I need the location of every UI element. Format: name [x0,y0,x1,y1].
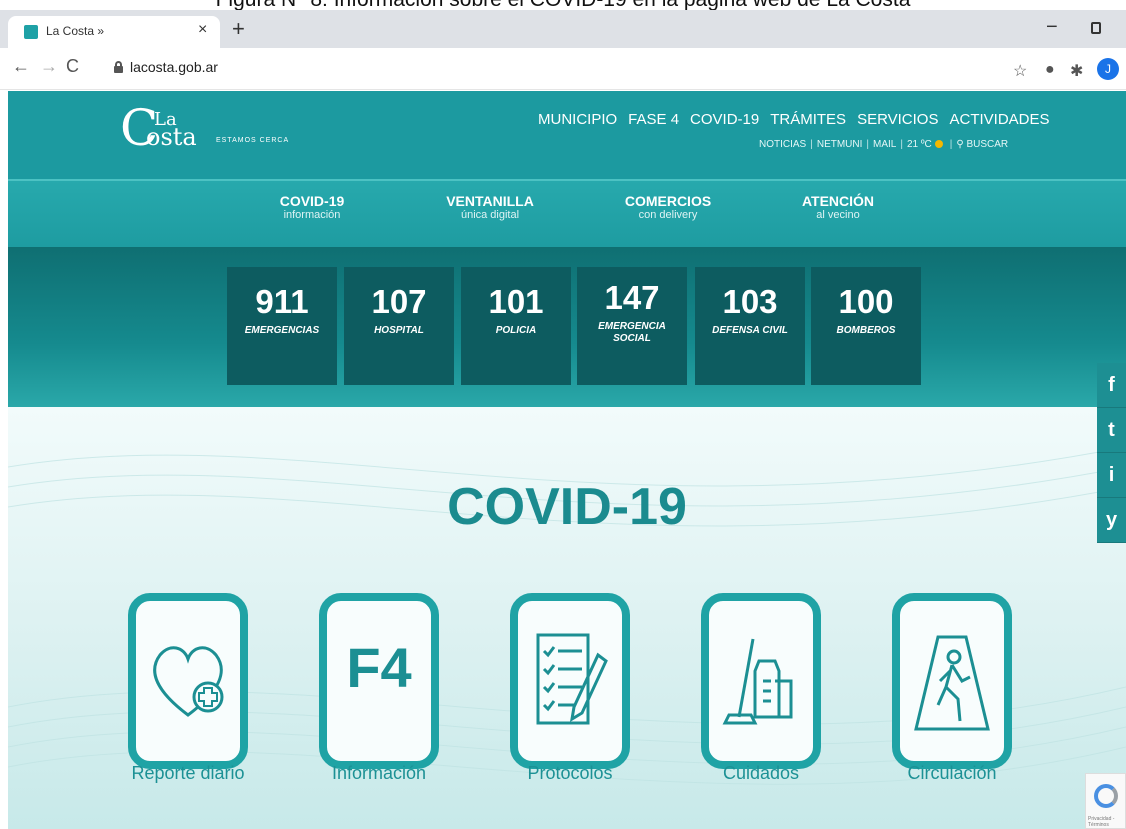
nav-netmuni[interactable]: NETMUNI [817,139,863,150]
card-informacion[interactable]: F4 Información [319,593,439,783]
card-circulacion[interactable]: Circulación [892,593,1012,783]
card-protocolos[interactable]: Protocolos [510,593,630,783]
emergency-107[interactable]: 107 HOSPITAL [344,267,454,385]
restore-button[interactable] [1091,22,1101,34]
quick-link-ventanilla[interactable]: VENTANILLA única digital [420,193,560,221]
card-label: Reporte diario [131,763,245,783]
covid-title: COVID-19 [447,478,687,536]
url-text: lacosta.gob.ar [130,59,218,75]
card-label: Circulación [907,763,997,783]
card-label: Protocolos [527,763,613,783]
cleaning-icon [722,638,793,725]
emergency-103[interactable]: 103 DEFENSA CIVIL [695,267,805,385]
minimize-button[interactable]: − [1046,16,1058,39]
nav-servicios[interactable]: SERVICIOS [857,111,938,128]
quick-link-covid[interactable]: COVID-19 información [242,193,382,221]
nav-actividades[interactable]: ACTIVIDADES [949,111,1049,128]
search-icon[interactable]: ⚲ [956,139,963,150]
temperature: 21 ºC [906,139,932,150]
nav-noticias[interactable]: NOTICIAS [759,139,806,150]
lock-icon[interactable] [114,61,123,73]
logo-tagline: ESTAMOS CERCA [216,137,290,144]
recaptcha-text: Privacidad - Términos [1088,816,1115,828]
site-header: C La osta ESTAMOS CERCA MUNICIPIO FASE 4… [8,91,1126,179]
reload-icon[interactable]: C [66,56,79,77]
quick-link-comercios[interactable]: COMERCIOS con delivery [598,193,738,221]
twitter-icon[interactable]: t [1097,408,1126,453]
quick-links: COVID-19 información VENTANILLA única digi… [8,179,1126,247]
profile-avatar[interactable]: J [1097,58,1119,80]
url-field[interactable]: lacosta.gob.ar [100,54,980,82]
emergency-100[interactable]: 100 BOMBEROS [811,267,921,385]
tab-strip: La Costa » × + − [0,10,1126,48]
card-reporte-diario[interactable]: Reporte diario [128,593,248,783]
social-rail: f t i y [1097,363,1126,543]
bookmark-star-icon[interactable]: ☆ [1013,61,1027,81]
tab-title: La Costa » [46,24,105,38]
address-bar: ← → C lacosta.gob.ar ☆ ● ✱ J [0,48,1126,90]
new-tab-button[interactable]: + [232,18,245,40]
nav-tramites[interactable]: TRÁMITES [770,111,846,128]
heart-cross-icon [153,646,224,717]
quick-link-atencion[interactable]: ATENCIÓN al vecino [768,193,908,221]
facebook-icon[interactable]: f [1097,363,1126,408]
figure-caption: Figura N° 8: Información sobre el COVID-… [0,0,1126,10]
sun-icon [934,140,943,148]
checklist-icon [536,633,608,725]
sub-nav: NOTICIAS | NETMUNI | MAIL | 21 ºC | ⚲ BUSCAR [759,139,1009,150]
card-cuidados[interactable]: Cuidados [701,593,821,783]
logo-sta: osta [146,123,197,151]
nav-municipio[interactable]: MUNICIPIO [538,111,617,128]
emergency-numbers: 911 EMERGENCIAS 107 HOSPITAL 101 POLICIA 14… [8,247,1126,407]
close-tab-icon[interactable]: × [198,21,207,39]
main-nav: MUNICIPIO FASE 4 COVID-19 TRÁMITES SERVI… [538,111,1050,128]
instagram-icon[interactable]: i [1097,453,1126,498]
browser-tab[interactable]: La Costa » × [8,16,220,48]
recaptcha-icon [1094,784,1118,808]
nav-fase-4[interactable]: FASE 4 [628,111,679,128]
recaptcha-badge[interactable]: Privacidad - Términos [1085,773,1126,829]
puzzle-icon[interactable]: ✱ [1070,61,1083,81]
extension-icon[interactable]: ● [1045,61,1055,79]
back-icon[interactable]: ← [12,56,30,77]
favicon-icon [24,25,38,39]
emergency-911[interactable]: 911 EMERGENCIAS [227,267,337,385]
forward-icon[interactable]: → [40,56,58,77]
nav-covid-19[interactable]: COVID-19 [690,111,759,128]
emergency-147[interactable]: 147 EMERGENCIA SOCIAL [577,267,687,385]
covid-section: COVID-19 Reporte diario F4 Información P… [8,407,1126,829]
youtube-icon[interactable]: y [1097,498,1126,543]
f4-icon: F4 [346,636,412,699]
pedestrian-icon [914,635,990,731]
card-label: Cuidados [722,763,800,783]
nav-mail[interactable]: MAIL [873,139,896,150]
card-label: Información [331,763,427,783]
search-link[interactable]: BUSCAR [966,139,1008,150]
emergency-101[interactable]: 101 POLICIA [461,267,571,385]
